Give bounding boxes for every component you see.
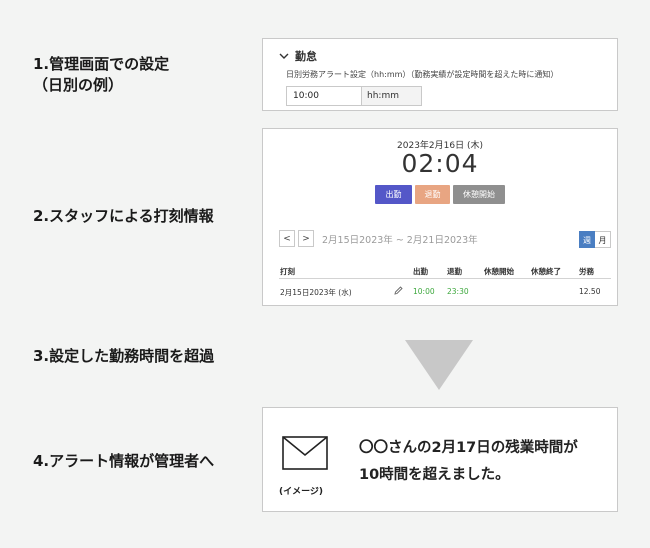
column-header-break-end: 休憩終了 bbox=[531, 267, 561, 276]
month-view-button[interactable]: 月 bbox=[595, 231, 611, 248]
alert-panel: (イメージ) 〇〇さんの2月17日の残業時間が 10時間を超えました。 bbox=[262, 407, 618, 512]
next-week-button[interactable]: > bbox=[298, 230, 314, 247]
date-navigation: < > 2月15日2023年 ~ 2月21日2023年 bbox=[279, 230, 478, 247]
step-3-label: 3.設定した勤務時間を超過 bbox=[33, 347, 215, 365]
row-work-hours: 12.50 bbox=[579, 287, 601, 296]
envelope-icon bbox=[282, 436, 328, 470]
clock-in-button[interactable]: 出勤 bbox=[375, 185, 412, 204]
chevron-down-icon bbox=[279, 53, 289, 59]
step-1-label: 1.管理画面での設定 （日別の例） bbox=[33, 54, 169, 96]
settings-panel: 勤怠 日別労務アラート設定（hh:mm）（勤務実績が設定時間を超えた時に通知） … bbox=[262, 38, 618, 111]
alert-message-line-1: 〇〇さんの2月17日の残業時間が bbox=[359, 440, 578, 456]
clock-out-button[interactable]: 退勤 bbox=[415, 185, 450, 204]
pencil-icon[interactable] bbox=[394, 286, 403, 295]
view-toggle: 週 月 bbox=[579, 231, 611, 248]
step-4-label: 4.アラート情報が管理者へ bbox=[33, 452, 215, 470]
step-2-label: 2.スタッフによる打刻情報 bbox=[33, 207, 214, 225]
timeclock-panel: 2023年2月16日 (木) 02:04 出勤 退勤 休憩開始 < > 2月15… bbox=[262, 128, 618, 306]
alert-time-unit: hh:mm bbox=[361, 87, 421, 105]
row-date: 2月15日2023年 (水) bbox=[280, 288, 352, 297]
step-1-title: 1.管理画面での設定 bbox=[33, 55, 170, 73]
row-clock-in: 10:00 bbox=[413, 287, 435, 296]
break-start-button[interactable]: 休憩開始 bbox=[453, 185, 505, 204]
column-header-work: 労務 bbox=[579, 267, 594, 276]
alert-time-field[interactable]: 10:00 hh:mm bbox=[286, 86, 422, 106]
alert-setting-description: 日別労務アラート設定（hh:mm）（勤務実績が設定時間を超えた時に通知） bbox=[286, 70, 559, 79]
section-title: 勤怠 bbox=[295, 50, 317, 63]
alert-message: 〇〇さんの2月17日の残業時間が 10時間を超えました。 bbox=[359, 435, 578, 489]
column-header-break-start: 休憩開始 bbox=[484, 267, 514, 276]
column-header-in: 出勤 bbox=[413, 267, 428, 276]
alert-time-input[interactable]: 10:00 bbox=[287, 87, 361, 105]
week-view-button[interactable]: 週 bbox=[579, 231, 595, 248]
punch-buttons: 出勤 退勤 休憩開始 bbox=[263, 185, 617, 204]
current-time: 02:04 bbox=[401, 149, 479, 178]
date-range: 2月15日2023年 ~ 2月21日2023年 bbox=[322, 234, 478, 246]
prev-week-button[interactable]: < bbox=[279, 230, 295, 247]
table-divider bbox=[279, 278, 611, 279]
image-caption: (イメージ) bbox=[279, 487, 324, 497]
triangle-down-icon bbox=[405, 340, 473, 390]
step-1-subtitle: （日別の例） bbox=[33, 76, 124, 94]
alert-message-line-2: 10時間を超えました。 bbox=[359, 467, 510, 483]
column-header-out: 退勤 bbox=[447, 267, 462, 276]
section-header[interactable]: 勤怠 bbox=[279, 48, 317, 64]
column-header-punch: 打刻 bbox=[280, 267, 295, 276]
row-clock-out: 23:30 bbox=[447, 287, 469, 296]
